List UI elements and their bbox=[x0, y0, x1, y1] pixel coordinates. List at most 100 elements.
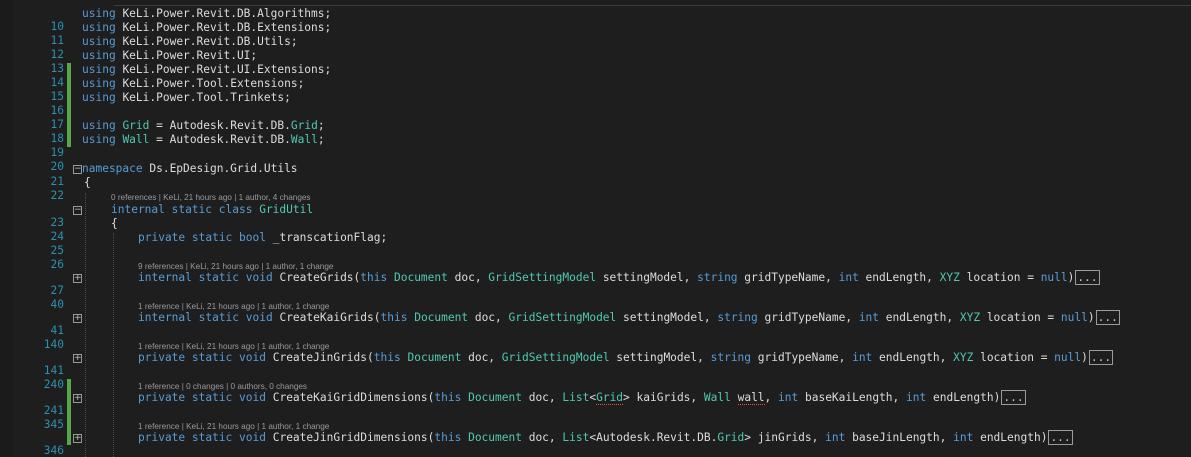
code-line[interactable]: 17 bbox=[0, 105, 1191, 131]
param-name: gridTypeName, bbox=[751, 351, 853, 364]
namespace-text: KeLi.Power.Revit.DB.Algorithms bbox=[122, 7, 325, 20]
codelens-info[interactable]: 9 references | KeLi, 21 hours ago | 1 au… bbox=[138, 262, 333, 271]
param-name-warning: wall bbox=[737, 391, 765, 405]
method-name: CreateJinGridDimensions( bbox=[265, 431, 435, 444]
collapsed-block-button[interactable]: ... bbox=[1001, 390, 1026, 405]
param-name: endLength, bbox=[858, 271, 940, 284]
code-line[interactable]: 22 { bbox=[0, 176, 1191, 202]
code-line[interactable]: 13 using KeLi.Power.Revit.UI; bbox=[0, 49, 1191, 75]
expand-icon[interactable]: + bbox=[73, 274, 82, 283]
param-name: doc, bbox=[447, 271, 489, 284]
param-type: string bbox=[717, 311, 758, 324]
code-line[interactable]: 14 using KeLi.Power.Revit.UI.Extensions; bbox=[0, 63, 1191, 89]
code-line[interactable]: 241 + private static void CreateKaiGridD… bbox=[0, 390, 1191, 417]
keyword-this: this bbox=[373, 351, 401, 364]
keyword-using: using bbox=[82, 49, 116, 62]
semicolon: ; bbox=[317, 119, 325, 132]
code-line[interactable]: 24 { bbox=[0, 217, 1191, 243]
generic-arg: Grid bbox=[596, 391, 624, 405]
code-line[interactable]: 27 + internal static void CreateGrids(th… bbox=[0, 270, 1191, 297]
code-line[interactable]: 18 using Grid = Autodesk.Revit.DB.Grid; bbox=[0, 119, 1191, 145]
open-brace: { bbox=[111, 217, 118, 230]
method-modifiers: private static void bbox=[138, 391, 266, 404]
codelens-info[interactable]: 0 references | KeLi, 21 hours ago | 1 au… bbox=[111, 193, 311, 202]
codelens-info[interactable]: 1 reference | KeLi, 21 hours ago | 1 aut… bbox=[138, 302, 329, 311]
param-name: settingModel, bbox=[596, 271, 698, 284]
param-type: GridSettingModel bbox=[508, 311, 617, 324]
generic-close: > bbox=[623, 391, 630, 404]
code-line[interactable]: 20 bbox=[0, 147, 1191, 173]
param-type: Document bbox=[407, 351, 462, 364]
close-paren: ) bbox=[1081, 351, 1088, 364]
code-line[interactable]: 10 using KeLi.Power.Revit.DB.Algorithms; bbox=[0, 7, 1191, 33]
namespace-text: KeLi.Power.Tool.Trinkets bbox=[122, 91, 285, 104]
change-marker bbox=[67, 431, 71, 445]
param-type: Document bbox=[414, 311, 469, 324]
field-modifiers: private static bool bbox=[138, 231, 266, 244]
code-line[interactable]: 140 bbox=[0, 325, 1191, 351]
param-type: string bbox=[697, 271, 738, 284]
keyword-this: this bbox=[360, 271, 388, 284]
namespace-name: Ds.EpDesign.Grid.Utils bbox=[142, 162, 298, 175]
close-paren: ) bbox=[1067, 271, 1075, 284]
code-line[interactable]: 428 bbox=[0, 445, 1191, 457]
expand-icon[interactable]: + bbox=[73, 394, 82, 403]
keyword-using: using bbox=[82, 77, 116, 90]
code-line[interactable]: 26 bbox=[0, 245, 1191, 271]
code-line[interactable]: 15 using KeLi.Power.Tool.Extensions; bbox=[0, 77, 1191, 103]
code-line[interactable]: 40 bbox=[0, 285, 1191, 311]
code-line[interactable]: 346 + private static void CreateJinGridD… bbox=[0, 430, 1191, 457]
param-name: endLength) bbox=[973, 431, 1048, 444]
keyword-this: this bbox=[380, 311, 408, 324]
expand-icon[interactable]: + bbox=[73, 314, 82, 323]
change-marker bbox=[67, 91, 71, 105]
namespace-text: KeLi.Power.Revit.DB.Utils bbox=[122, 35, 291, 48]
collapsed-block-button[interactable]: ... bbox=[1075, 270, 1100, 285]
code-line[interactable]: 16 using KeLi.Power.Tool.Trinkets; bbox=[0, 91, 1191, 117]
param-type: List bbox=[562, 431, 590, 444]
codelens-info[interactable]: 1 reference | KeLi, 21 hours ago | 1 aut… bbox=[138, 422, 329, 431]
code-editor[interactable]: 10 using KeLi.Power.Revit.DB.Algorithms;… bbox=[0, 0, 1191, 457]
code-line[interactable]: 12 using KeLi.Power.Revit.DB.Utils; bbox=[0, 35, 1191, 61]
keyword-namespace: namespace bbox=[82, 162, 143, 175]
close-paren: ) bbox=[1087, 311, 1095, 324]
code-line[interactable]: 141 + private static void CreateJinGrids… bbox=[0, 350, 1191, 377]
param-type: XYZ bbox=[939, 271, 960, 284]
param-name: doc, bbox=[521, 391, 563, 404]
collapsed-block-button[interactable]: ... bbox=[1095, 310, 1120, 325]
collapsed-block-button[interactable]: ... bbox=[1088, 350, 1114, 365]
method-name: CreateKaiGrids( bbox=[272, 311, 381, 324]
code-line[interactable]: 23 − internal static class GridUtil bbox=[0, 203, 1191, 229]
collapsed-block-button[interactable]: ... bbox=[1048, 430, 1073, 445]
code-line[interactable]: 19 using Wall = Autodesk.Revit.DB.Wall; bbox=[0, 133, 1191, 159]
code-line[interactable]: 25 private static bool _transcationFlag; bbox=[0, 231, 1191, 257]
code-line[interactable]: 21 − namespace Ds.EpDesign.Grid.Utils bbox=[0, 162, 1191, 188]
codelens-info[interactable]: 1 reference | KeLi, 21 hours ago | 1 aut… bbox=[138, 342, 329, 351]
keyword-null: null bbox=[1040, 271, 1068, 284]
collapse-icon[interactable]: − bbox=[73, 206, 82, 215]
namespace-text: Autodesk.Revit.DB. bbox=[169, 133, 291, 146]
change-marker bbox=[67, 133, 71, 147]
equals-sign: = bbox=[149, 119, 170, 132]
keyword-this: this bbox=[434, 391, 462, 404]
expand-icon[interactable]: + bbox=[73, 434, 82, 443]
param-name: location = bbox=[973, 351, 1055, 364]
expand-icon[interactable]: + bbox=[73, 354, 82, 363]
codelens-info[interactable]: 1 reference | 0 changes | 0 authors, 0 c… bbox=[138, 382, 307, 391]
param-name: jinGrids, bbox=[751, 431, 826, 444]
editor-top-divider bbox=[114, 0, 1191, 6]
code-line[interactable]: 345 bbox=[0, 405, 1191, 431]
code-line[interactable]: 240 bbox=[0, 365, 1191, 391]
param-type: int bbox=[953, 431, 974, 444]
code-line[interactable]: 11 using KeLi.Power.Revit.DB.Extensions; bbox=[0, 21, 1191, 47]
collapse-icon[interactable]: − bbox=[73, 165, 82, 174]
param-name: doc, bbox=[521, 431, 563, 444]
code-line[interactable]: 41 + internal static void CreateKaiGrids… bbox=[0, 310, 1191, 337]
method-modifiers: private static void bbox=[138, 431, 266, 444]
keyword-null: null bbox=[1060, 311, 1088, 324]
method-name: CreateKaiGridDimensions( bbox=[265, 391, 435, 404]
keyword-this: this bbox=[434, 431, 462, 444]
param-name: kaiGrids, bbox=[629, 391, 704, 404]
param-name: doc, bbox=[461, 351, 502, 364]
param-name: gridTypeName, bbox=[757, 311, 859, 324]
